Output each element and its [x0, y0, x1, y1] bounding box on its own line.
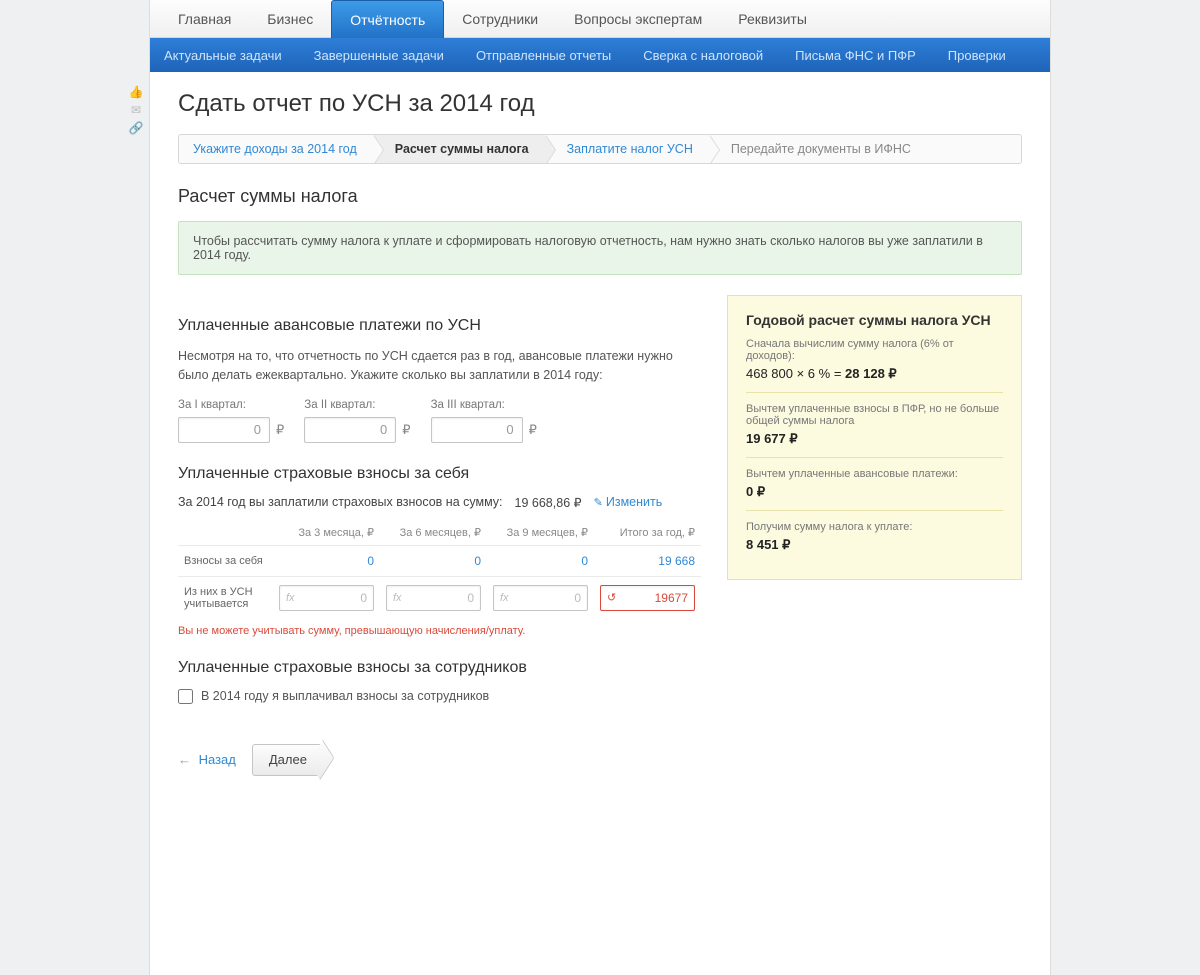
cell-9m[interactable]: 0 [581, 554, 588, 568]
calc-val-1: 468 800 × 6 % = 28 128 ₽ [746, 366, 1003, 382]
subnav-sent[interactable]: Отправленные отчеты [476, 48, 611, 63]
cell-6m[interactable]: 0 [474, 554, 481, 568]
step-calc[interactable]: Расчет суммы налога [373, 135, 545, 163]
calc-val-3: 0 ₽ [746, 484, 1003, 500]
fx-input-6m[interactable]: fx 0 [386, 585, 481, 611]
next-button[interactable]: Далее [252, 744, 322, 776]
q1-label: За I квартал: [178, 399, 284, 411]
section-title: Расчет суммы налога [178, 186, 1022, 207]
fx-input-3m[interactable]: fx 0 [279, 585, 374, 611]
sidebox-title: Годовой расчет суммы налога УСН [746, 312, 1003, 328]
cell-3m[interactable]: 0 [367, 554, 374, 568]
subnav-letters[interactable]: Письма ФНС и ПФР [795, 48, 916, 63]
insurance-summary-label: За 2014 год вы заплатили страховых взнос… [178, 495, 503, 509]
employees-checkbox[interactable] [178, 689, 193, 704]
ruble-icon: ₽ [276, 422, 284, 438]
calc-val-4: 8 451 ₽ [746, 537, 1003, 553]
wizard-steps: Укажите доходы за 2014 год Расчет суммы … [178, 134, 1022, 164]
step-pay[interactable]: Заплатите налог УСН [545, 135, 709, 163]
fx-icon: fx [500, 592, 509, 604]
calc-desc-2: Вычтем уплаченные взносы в ПФР, но не бо… [746, 403, 1003, 427]
edit-link[interactable]: Изменить [594, 495, 663, 509]
employees-checkbox-label: В 2014 году я выплачивал взносы за сотру… [201, 689, 489, 703]
tab-business[interactable]: Бизнес [249, 0, 331, 37]
subnav-actual[interactable]: Актуальные задачи [164, 48, 282, 63]
table-row: Из них в УСН учитывается fx 0 fx [178, 576, 701, 619]
calc-desc-1: Сначала вычислим сумму налога (6% от дох… [746, 338, 1003, 362]
tab-requisites[interactable]: Реквизиты [720, 0, 825, 37]
revert-icon[interactable]: ↺ [607, 591, 616, 604]
table-row: Взносы за себя 0 0 0 19 668 [178, 545, 701, 576]
mail-icon[interactable]: ✉ [128, 103, 144, 117]
calc-desc-4: Получим сумму налога к уплате: [746, 521, 1003, 533]
info-alert: Чтобы рассчитать сумму налога к уплате и… [178, 221, 1022, 275]
q2-input[interactable] [304, 417, 396, 443]
subnav-reconcile[interactable]: Сверка с налоговой [643, 48, 763, 63]
employees-checkbox-row[interactable]: В 2014 году я выплачивал взносы за сотру… [178, 689, 701, 704]
subnav-checks[interactable]: Проверки [948, 48, 1006, 63]
tab-reporting[interactable]: Отчётность [331, 0, 444, 38]
tab-main[interactable]: Главная [160, 0, 249, 37]
fx-input-total-error[interactable]: ↺ 19677 [600, 585, 695, 611]
page-title: Сдать отчет по УСН за 2014 год [178, 90, 1022, 118]
fx-icon: fx [393, 592, 402, 604]
share-icon[interactable]: 🔗 [128, 121, 144, 135]
employees-heading: Уплаченные страховые взносы за сотрудник… [178, 659, 701, 677]
row-label: Взносы за себя [178, 545, 273, 576]
like-icon[interactable]: 👍 [128, 85, 144, 99]
subnav-completed[interactable]: Завершенные задачи [314, 48, 444, 63]
top-nav: Главная Бизнес Отчётность Сотрудники Воп… [150, 0, 1050, 38]
contributions-table: За 3 месяца, ₽ За 6 месяцев, ₽ За 9 меся… [178, 520, 701, 619]
back-link[interactable]: ← Назад [178, 752, 236, 767]
col-year: Итого за год, ₽ [594, 520, 701, 546]
q3-input[interactable] [431, 417, 523, 443]
fx-icon: fx [286, 592, 295, 604]
q3-label: За III квартал: [431, 399, 537, 411]
tab-employees[interactable]: Сотрудники [444, 0, 556, 37]
calc-desc-3: Вычтем уплаченные авансовые платежи: [746, 468, 1003, 480]
calc-val-2: 19 677 ₽ [746, 431, 1003, 447]
step-submit[interactable]: Передайте документы в ИФНС [709, 135, 927, 163]
ruble-icon: ₽ [529, 422, 537, 438]
ruble-icon: ₽ [402, 422, 410, 438]
insurance-summary-value: 19 668,86 ₽ [515, 495, 582, 510]
error-message: Вы не можете учитывать сумму, превышающу… [178, 625, 701, 637]
tab-experts[interactable]: Вопросы экспертам [556, 0, 720, 37]
advance-heading: Уплаченные авансовые платежи по УСН [178, 317, 701, 335]
fx-input-9m[interactable]: fx 0 [493, 585, 588, 611]
q1-input[interactable] [178, 417, 270, 443]
calc-sidebar: Годовой расчет суммы налога УСН Сначала … [727, 295, 1022, 580]
col-6m: За 6 месяцев, ₽ [380, 520, 487, 546]
col-9m: За 9 месяцев, ₽ [487, 520, 594, 546]
advance-text: Несмотря на то, что отчетность по УСН сд… [178, 347, 701, 385]
row-label: Из них в УСН учитывается [178, 576, 273, 619]
insurance-heading: Уплаченные страховые взносы за себя [178, 465, 701, 483]
sub-nav: Актуальные задачи Завершенные задачи Отп… [150, 38, 1050, 72]
step-income[interactable]: Укажите доходы за 2014 год [179, 135, 373, 163]
cell-total[interactable]: 19 668 [658, 554, 695, 568]
col-3m: За 3 месяца, ₽ [273, 520, 380, 546]
arrow-left-icon: ← [178, 752, 191, 767]
q2-label: За II квартал: [304, 399, 410, 411]
